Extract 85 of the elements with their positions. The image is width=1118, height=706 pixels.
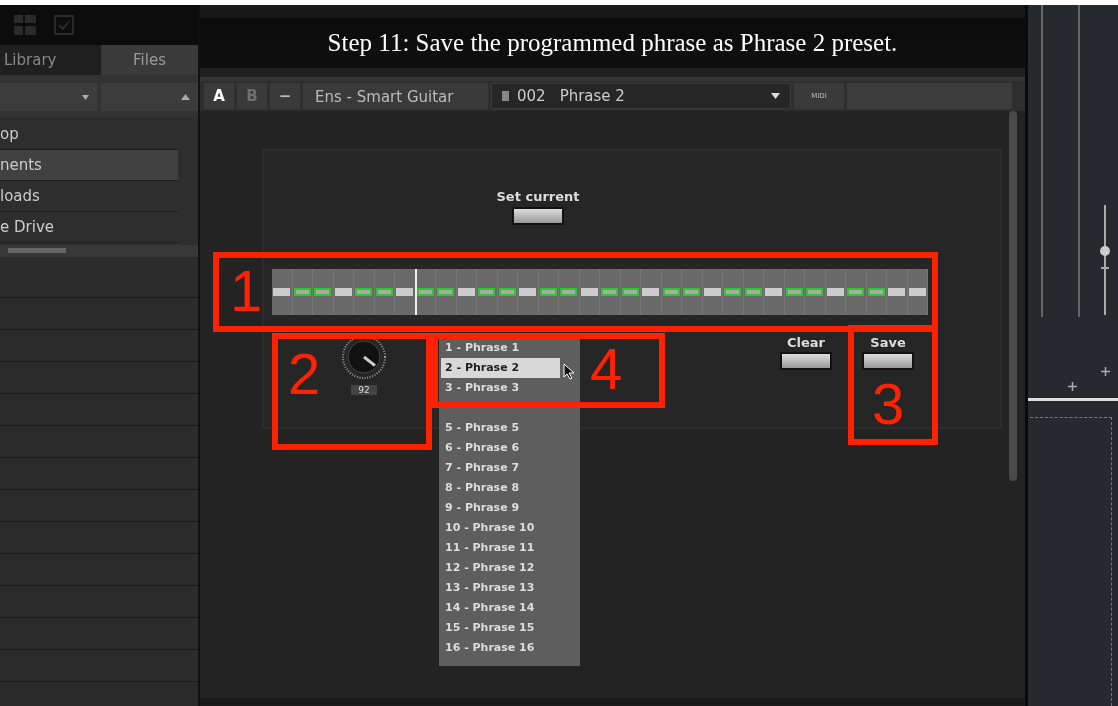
preset-dropdown[interactable]: 002 Phrase 2 [491,83,791,109]
menu-item[interactable]: 5 - Phrase 5 [441,418,580,438]
volume-slider[interactable] [1100,205,1110,315]
plus-icon[interactable] [1101,367,1110,376]
menu-item[interactable]: 12 - Phrase 12 [441,558,580,578]
menu-item[interactable]: 15 - Phrase 15 [441,618,580,638]
step[interactable] [785,288,803,296]
step[interactable] [498,288,516,296]
step[interactable] [560,288,578,296]
scrollbar[interactable] [0,245,198,257]
menu-item[interactable]: 3 - Phrase 3 [441,378,580,398]
grid-icon[interactable] [14,15,36,35]
step[interactable] [396,288,414,296]
menu-item[interactable]: 6 - Phrase 6 [441,438,580,458]
step[interactable] [765,288,783,296]
annotation-number: 1 [230,262,263,320]
step[interactable] [355,288,373,296]
preset-number: 002 [517,87,546,105]
clear-label: Clear [787,335,825,350]
step-sequencer[interactable] [272,269,928,315]
step[interactable] [662,288,680,296]
sidebar-item[interactable]: e Drive [0,212,178,243]
plus-icon[interactable] [1068,382,1077,391]
knob-value: 92 [351,385,377,395]
step[interactable] [683,288,701,296]
save-button[interactable] [862,352,914,370]
step[interactable] [621,288,639,296]
caption-text: Step 11: Save the programmed phrase as Phrase 2 preset. [327,29,898,57]
instrument-name-field[interactable]: Ens - Smart Guitar [303,83,488,109]
menu-item[interactable]: 16 - Phrase 16 [441,638,580,658]
step[interactable] [539,288,557,296]
step[interactable] [375,288,393,296]
step[interactable] [601,288,619,296]
caret-icon [181,94,190,100]
step[interactable] [724,288,742,296]
annotation-number: 2 [288,345,321,403]
step[interactable] [826,288,844,296]
menu-item[interactable]: 13 - Phrase 13 [441,578,580,598]
save-label: Save [870,335,906,350]
step[interactable] [273,288,291,296]
set-current-button[interactable] [512,207,564,225]
step[interactable] [437,288,455,296]
menu-item[interactable]: 2 - Phrase 2 [441,358,560,378]
annotation-number: 3 [872,375,905,433]
step[interactable] [888,288,906,296]
menu-item[interactable]: 9 - Phrase 9 [441,498,580,518]
menu-item[interactable]: 11 - Phrase 11 [441,538,580,558]
sidebar-tab[interactable]: Files [101,45,198,75]
step[interactable] [642,288,660,296]
sidebar-tab[interactable]: Library [0,45,101,75]
step[interactable] [867,288,885,296]
list-icon [502,91,509,101]
annotation-number: 4 [590,340,623,398]
menu-item[interactable]: 1 - Phrase 1 [441,338,580,358]
checkbox-icon[interactable] [54,15,74,35]
step[interactable] [314,288,332,296]
step[interactable] [580,288,598,296]
menu-item[interactable]: 14 - Phrase 14 [441,598,580,618]
sidebar-item[interactable]: loads [0,181,178,212]
step[interactable] [457,288,475,296]
menu-item[interactable]: 7 - Phrase 7 [441,458,580,478]
step[interactable] [293,288,311,296]
caret-icon [82,94,89,100]
cursor-icon [563,363,575,380]
horizontal-scrollbar[interactable] [200,698,1025,706]
toolbar-button[interactable]: − [270,83,300,109]
step[interactable] [416,288,434,296]
caret-icon [771,93,780,99]
step[interactable] [847,288,865,296]
step[interactable] [478,288,496,296]
toolbar-button[interactable]: A [204,83,234,109]
sidebar-item[interactable]: nents [0,150,178,181]
step[interactable] [908,288,926,296]
menu-item[interactable]: 10 - Phrase 10 [441,518,580,538]
step[interactable] [519,288,537,296]
menu-item[interactable]: 8 - Phrase 8 [441,478,580,498]
step[interactable] [806,288,824,296]
step[interactable] [703,288,721,296]
step[interactable] [744,288,762,296]
set-current-label: Set current [496,189,580,204]
slider-thumb[interactable] [1100,246,1110,257]
step[interactable] [334,288,352,296]
preset-name: Phrase 2 [559,87,625,105]
scrollbar[interactable] [1009,111,1017,481]
clear-button[interactable] [780,352,832,370]
